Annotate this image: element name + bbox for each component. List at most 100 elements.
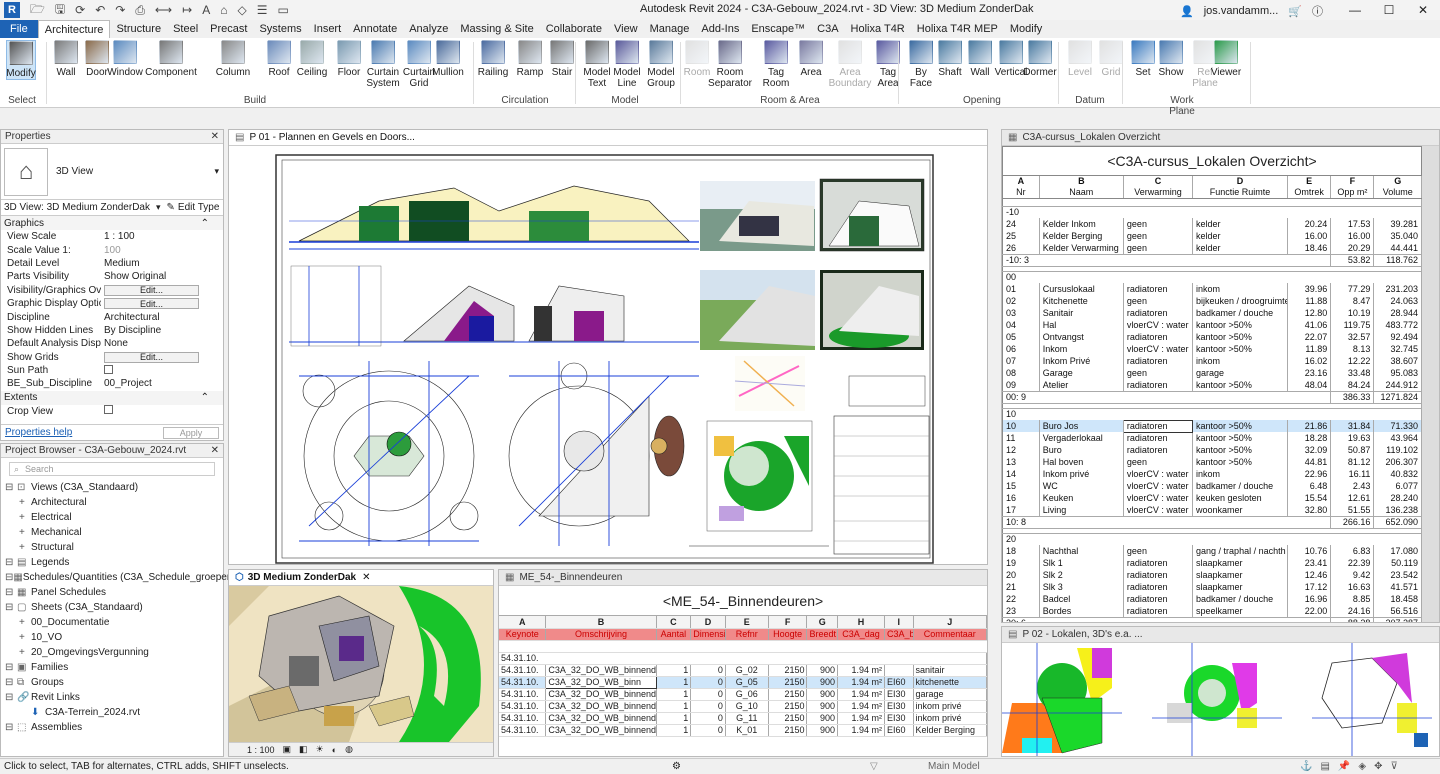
detail-level-icon[interactable]: ▣ bbox=[283, 744, 292, 755]
table-cell[interactable]: 23 bbox=[1002, 605, 1040, 617]
table-row[interactable]: 54.31.10. C3A_32_DO_WB_binnend 1 0 G_06 2150 9… bbox=[499, 688, 987, 701]
table-row[interactable]: 01 Cursuslokaal radiatoren inkom 39.96 77.29 2… bbox=[1002, 283, 1422, 295]
table-row[interactable]: 54.31.10. C3A_32_DO_WB_binn 1 0 G_05 2150 900 1… bbox=[499, 675, 987, 689]
table-cell[interactable]: 1 bbox=[656, 724, 692, 737]
tab-holixa-t4r[interactable]: Holixa T4R bbox=[845, 20, 911, 38]
table-cell[interactable]: EI60 bbox=[884, 724, 914, 737]
table-cell[interactable]: vloerCV : water bbox=[1123, 468, 1194, 480]
p02-tab[interactable]: ▤ P 02 - Lokalen, 3D's e.a. ... bbox=[1002, 627, 1439, 643]
ribbon-railing-button[interactable]: Railing bbox=[478, 40, 508, 78]
home-icon[interactable]: ⌂ bbox=[220, 3, 227, 17]
table-cell[interactable]: 18.28 bbox=[1287, 432, 1332, 444]
tab-insert[interactable]: Insert bbox=[308, 20, 348, 38]
table-cell[interactable]: 09 bbox=[1002, 379, 1040, 391]
properties-help-link[interactable]: Properties help bbox=[5, 427, 72, 438]
table-cell[interactable]: 06 bbox=[1002, 343, 1040, 355]
tab-massing-site[interactable]: Massing & Site bbox=[454, 20, 539, 38]
table-cell[interactable]: 19.63 bbox=[1330, 432, 1375, 444]
table-cell[interactable]: 6.077 bbox=[1373, 480, 1422, 492]
property-value[interactable]: Architectural bbox=[104, 312, 160, 323]
property-value[interactable]: Medium bbox=[104, 258, 140, 269]
table-cell[interactable]: 39.281 bbox=[1373, 218, 1422, 230]
table-cell[interactable]: Living bbox=[1039, 504, 1124, 516]
table-row[interactable]: 02 Kitchenette geen bijkeuken / droogruimte… bbox=[1002, 295, 1422, 307]
table-cell[interactable]: 22.39 bbox=[1330, 557, 1375, 569]
tab-steel[interactable]: Steel bbox=[167, 20, 204, 38]
ribbon-area-boundary-button[interactable]: Area Boundary bbox=[829, 40, 871, 89]
table-cell[interactable]: 23.41 bbox=[1287, 557, 1332, 569]
user-icon[interactable]: 👤 bbox=[1180, 5, 1194, 18]
ribbon-component-button[interactable]: Component bbox=[145, 40, 197, 78]
table-cell[interactable]: 95.083 bbox=[1373, 367, 1422, 379]
table-row[interactable]: 08 Garage geen garage 23.16 33.48 95.083 bbox=[1002, 367, 1422, 379]
browser-item[interactable]: ⊟ ▦ Panel Schedules bbox=[5, 585, 223, 600]
table-row[interactable]: 06 Inkom vloerCV : water kantoor >50% 11.89 8… bbox=[1002, 343, 1422, 355]
table-cell[interactable]: 12.80 bbox=[1287, 307, 1332, 319]
table-cell[interactable]: 1 bbox=[656, 688, 692, 701]
select-links-icon[interactable]: ⚓ bbox=[1300, 761, 1312, 772]
table-cell[interactable]: 12.22 bbox=[1330, 355, 1375, 367]
table-cell[interactable]: 17.12 bbox=[1287, 581, 1332, 593]
browser-item[interactable]: ⊟ ▣ Families bbox=[5, 660, 223, 675]
table-cell[interactable]: 92.494 bbox=[1373, 331, 1422, 343]
browser-item[interactable]: ⊟ ⧉ Groups bbox=[5, 675, 223, 690]
table-cell[interactable]: EI60 bbox=[884, 676, 914, 689]
table-cell[interactable]: sanitair bbox=[913, 664, 987, 677]
table-cell[interactable]: 16.11 bbox=[1330, 468, 1375, 480]
edit-type-icon[interactable]: ✎ bbox=[167, 202, 175, 213]
tab-manage[interactable]: Manage bbox=[644, 20, 696, 38]
3d-view[interactable]: ⬡ 3D Medium ZonderDak ✕ 1 : 100 ▣ ◧ ☀ ◐ ◍ bbox=[228, 569, 494, 757]
table-cell[interactable]: 32.57 bbox=[1330, 331, 1375, 343]
tab-precast[interactable]: Precast bbox=[204, 20, 253, 38]
table-cell[interactable]: 51.55 bbox=[1330, 504, 1375, 516]
table-cell[interactable]: slaapkamer bbox=[1192, 581, 1289, 593]
table-cell[interactable]: EI30 bbox=[884, 688, 914, 701]
subtotal-row[interactable]: 10: 8 266.16 652.090 bbox=[1002, 515, 1422, 529]
table-cell[interactable]: vloerCV : water bbox=[1123, 492, 1194, 504]
table-cell[interactable]: 16 bbox=[1002, 492, 1040, 504]
property-value[interactable]: Show Original bbox=[104, 271, 166, 282]
redo-icon[interactable]: ↷ bbox=[115, 3, 125, 17]
table-cell[interactable]: 9.42 bbox=[1330, 569, 1375, 581]
subtotal-row[interactable]: 00: 9 386.33 1271.824 bbox=[1002, 390, 1422, 404]
table-cell[interactable]: Sanitair bbox=[1039, 307, 1124, 319]
table-cell[interactable]: 1.94 m² bbox=[837, 688, 885, 701]
table-cell[interactable]: 1 bbox=[656, 676, 692, 689]
table-cell[interactable]: 206.307 bbox=[1373, 456, 1422, 468]
search-input[interactable]: ⌕ Search bbox=[9, 462, 215, 476]
table-cell[interactable]: 22 bbox=[1002, 593, 1040, 605]
group-header-row[interactable]: -10 bbox=[1002, 205, 1422, 218]
ribbon-area-button[interactable]: Area bbox=[796, 40, 826, 78]
panel-circulation[interactable]: Circulation bbox=[495, 95, 555, 106]
table-cell[interactable]: woonkamer bbox=[1192, 504, 1289, 516]
cart-icon[interactable]: 🛒 bbox=[1288, 5, 1302, 18]
table-cell[interactable]: radiatoren bbox=[1123, 593, 1194, 605]
table-cell[interactable]: 16.02 bbox=[1287, 355, 1332, 367]
table-cell[interactable]: 02 bbox=[1002, 295, 1040, 307]
property-value[interactable]: By Discipline bbox=[104, 325, 161, 336]
undo-icon[interactable]: ↶ bbox=[95, 3, 105, 17]
browser-item[interactable]: + Structural bbox=[5, 540, 223, 555]
table-cell[interactable]: EI30 bbox=[884, 700, 914, 713]
graphics-section[interactable]: Graphics ⌃ bbox=[1, 216, 223, 230]
table-cell[interactable]: radiatoren bbox=[1122, 419, 1194, 433]
table-row[interactable]: 10 Buro Jos radiatoren kantoor >50% 21.86 31.… bbox=[1002, 419, 1422, 433]
active-model[interactable]: Main Model bbox=[928, 761, 980, 772]
table-cell[interactable]: geen bbox=[1123, 295, 1194, 307]
table-cell[interactable]: 41.06 bbox=[1287, 319, 1332, 331]
table-cell[interactable]: kantoor >50% bbox=[1192, 456, 1289, 468]
table-cell[interactable]: inkom privé bbox=[913, 700, 987, 713]
table-cell[interactable]: 08 bbox=[1002, 367, 1040, 379]
table-cell[interactable]: 24 bbox=[1002, 218, 1040, 230]
table-cell[interactable]: 12.61 bbox=[1330, 492, 1375, 504]
table-cell[interactable]: 22.00 bbox=[1287, 605, 1332, 617]
table-row[interactable]: 16 Keuken vloerCV : water keuken gesloten 15… bbox=[1002, 492, 1422, 504]
table-cell[interactable]: geen bbox=[1123, 230, 1194, 242]
table-cell[interactable]: 28.944 bbox=[1373, 307, 1422, 319]
table-cell[interactable]: badkamer / douche bbox=[1192, 593, 1289, 605]
table-row[interactable]: 03 Sanitair radiatoren badkamer / douche 12.… bbox=[1002, 307, 1422, 319]
table-cell[interactable]: Badcel bbox=[1039, 593, 1124, 605]
table-cell[interactable]: 8.47 bbox=[1330, 295, 1375, 307]
group-header-row[interactable]: 00 bbox=[1002, 270, 1422, 283]
collapse-icon[interactable]: ⊟ bbox=[5, 585, 17, 600]
